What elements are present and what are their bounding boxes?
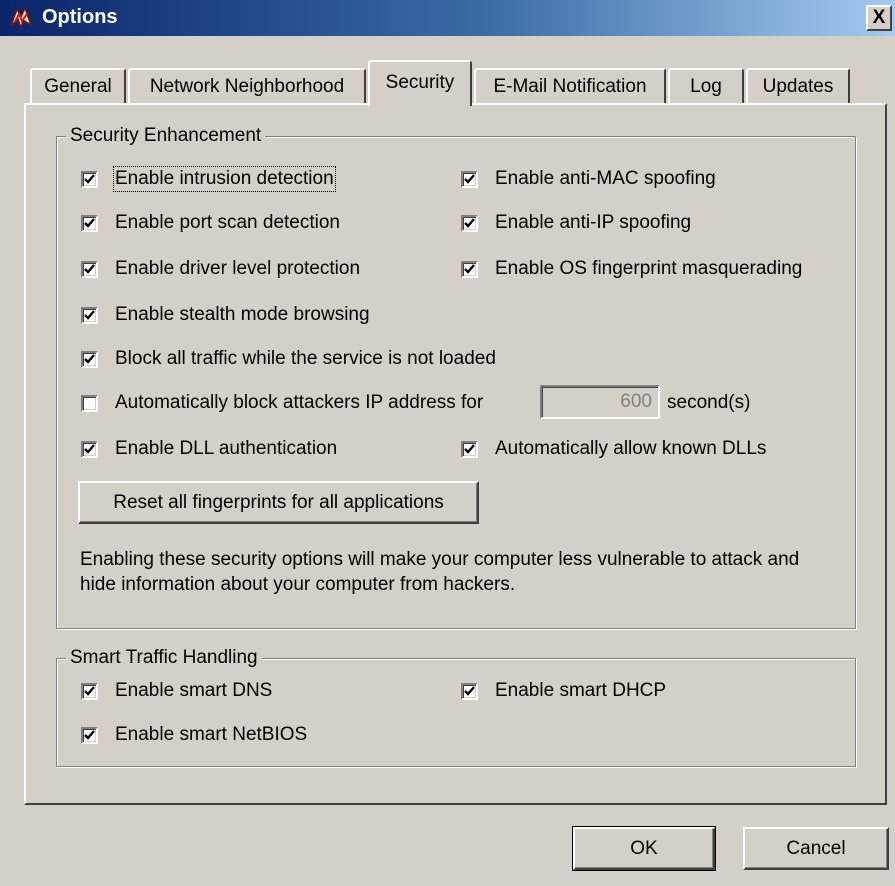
close-icon: X xyxy=(872,7,886,28)
intrusion-detection-checkbox[interactable] xyxy=(81,171,98,188)
firewall-app-icon xyxy=(8,5,34,31)
dll-authentication-label[interactable]: Enable DLL authentication xyxy=(115,438,337,460)
security-enhancement-title: Security Enhancement xyxy=(66,125,266,147)
intrusion-detection-label[interactable]: Enable intrusion detection xyxy=(113,166,336,192)
tab-network-neighborhood[interactable]: Network Neighborhood xyxy=(128,68,366,104)
block-seconds-input[interactable]: 600 xyxy=(540,385,660,419)
ok-button[interactable]: OK xyxy=(572,826,716,871)
smart-dhcp-checkbox[interactable] xyxy=(461,683,478,700)
seconds-unit-label: second(s) xyxy=(667,392,751,413)
dll-authentication-checkbox[interactable] xyxy=(81,441,98,458)
smart-netbios-label[interactable]: Enable smart NetBIOS xyxy=(115,724,307,746)
stealth-mode-browsing-label[interactable]: Enable stealth mode browsing xyxy=(115,304,370,326)
os-fingerprint-masquerading-label[interactable]: Enable OS fingerprint masquerading xyxy=(495,258,802,280)
allow-known-dlls-checkbox[interactable] xyxy=(461,441,478,458)
auto-block-attackers-label[interactable]: Automatically block attackers IP address… xyxy=(115,392,483,414)
stealth-mode-browsing-checkbox[interactable] xyxy=(81,307,98,324)
allow-known-dlls-label[interactable]: Automatically allow known DLLs xyxy=(495,438,766,460)
driver-level-protection-label[interactable]: Enable driver level protection xyxy=(115,258,360,280)
tab-updates[interactable]: Updates xyxy=(746,68,850,104)
port-scan-detection-label[interactable]: Enable port scan detection xyxy=(115,212,340,234)
anti-ip-spoofing-checkbox[interactable] xyxy=(461,215,478,232)
auto-block-attackers-checkbox[interactable] xyxy=(81,395,98,412)
smart-dns-label[interactable]: Enable smart DNS xyxy=(115,680,272,702)
reset-fingerprints-button[interactable]: Reset all fingerprints for all applicati… xyxy=(78,481,479,524)
block-traffic-not-loaded-label[interactable]: Block all traffic while the service is n… xyxy=(115,348,496,370)
cancel-button[interactable]: Cancel xyxy=(743,827,889,870)
smart-dhcp-label[interactable]: Enable smart DHCP xyxy=(495,680,666,702)
smart-traffic-group xyxy=(56,658,856,767)
close-button[interactable]: X xyxy=(866,5,892,31)
anti-mac-spoofing-label[interactable]: Enable anti-MAC spoofing xyxy=(495,168,716,190)
window-title: Options xyxy=(42,6,118,28)
smart-traffic-title: Smart Traffic Handling xyxy=(66,647,262,669)
anti-ip-spoofing-label[interactable]: Enable anti-IP spoofing xyxy=(495,212,691,234)
tab-email-notification[interactable]: E-Mail Notification xyxy=(474,68,666,104)
tab-general[interactable]: General xyxy=(30,68,126,104)
port-scan-detection-checkbox[interactable] xyxy=(81,215,98,232)
tab-security[interactable]: Security xyxy=(368,60,472,106)
os-fingerprint-masquerading-checkbox[interactable] xyxy=(461,261,478,278)
driver-level-protection-checkbox[interactable] xyxy=(81,261,98,278)
tab-log[interactable]: Log xyxy=(668,68,744,104)
block-traffic-not-loaded-checkbox[interactable] xyxy=(81,351,98,368)
smart-netbios-checkbox[interactable] xyxy=(81,727,98,744)
anti-mac-spoofing-checkbox[interactable] xyxy=(461,171,478,188)
security-description: Enabling these security options will mak… xyxy=(80,549,800,595)
smart-dns-checkbox[interactable] xyxy=(81,683,98,700)
title-bar[interactable]: Options X xyxy=(0,0,895,36)
